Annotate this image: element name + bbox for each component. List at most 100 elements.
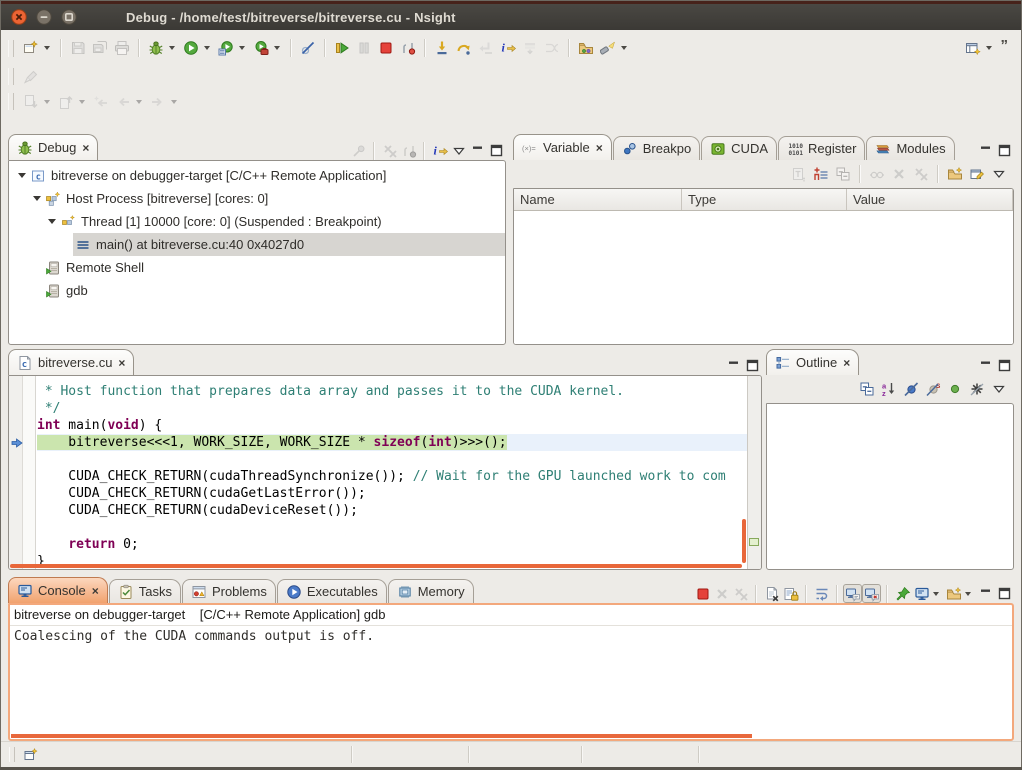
maximize-view-button[interactable] [743,356,762,375]
console-output[interactable]: Coalescing of the CUDA commands output i… [10,626,1012,647]
close-tab-icon[interactable]: × [118,357,125,369]
forward-button[interactable] [147,91,169,113]
close-tab-icon[interactable]: × [596,142,603,154]
title-bar[interactable]: Debug - /home/test/bitreverse/bitreverse… [0,0,1022,30]
save-button[interactable] [67,37,89,59]
collapse-all-button[interactable] [856,378,878,400]
external-tools-button[interactable] [250,37,272,59]
tab-outline[interactable]: Outline× [766,349,859,375]
editor-view-body[interactable]: * Host function that prepares data array… [8,375,762,570]
minimize-view-button[interactable] [724,356,743,375]
debug-tree-item[interactable]: Remote Shell [9,256,505,279]
search-dropdown[interactable] [621,46,627,50]
toolbar-grip[interactable] [8,40,14,57]
external-tools-dropdown[interactable] [274,46,280,50]
view-menu-button[interactable] [449,141,468,160]
debug-tree-item[interactable]: gdb [9,279,505,302]
pin-console-button[interactable] [893,584,912,603]
terminate-button[interactable] [375,37,397,59]
column-header-value[interactable]: Value [847,189,1013,210]
toolbar-grip[interactable] [8,93,14,110]
remove-button[interactable] [712,584,731,603]
debug-button[interactable] [145,37,167,59]
next-annotation-button[interactable] [20,91,42,113]
window-minimize-button[interactable] [34,8,53,27]
last-edit-location-button[interactable] [90,91,112,113]
expander-icon[interactable] [30,196,43,201]
editor-gutter[interactable] [9,376,36,569]
word-wrap-button[interactable] [812,584,831,603]
forward-dropdown[interactable] [171,100,177,104]
hide-static-button[interactable]: S [922,378,944,400]
tab-tasks[interactable]: Tasks [109,579,181,603]
open-element-button[interactable] [575,37,597,59]
new-wizard-button[interactable] [20,37,42,59]
scroll-lock-button[interactable] [781,584,800,603]
suspend-button[interactable] [353,37,375,59]
show-stderr-button[interactable] [862,584,881,603]
skip-all-breakpoints-button[interactable] [297,37,319,59]
add-global-variables-button[interactable] [810,163,832,185]
debug-tree-item[interactable]: Thread [1] 10000 [core: 0] (Suspended : … [9,210,505,233]
collapse-all-button[interactable] [832,163,854,185]
terminate-button[interactable] [693,584,712,603]
print-button[interactable] [111,37,133,59]
run-history-button[interactable] [215,37,237,59]
close-tab-icon[interactable]: × [843,357,850,369]
maximize-view-button[interactable] [995,356,1014,375]
hide-inactive-button[interactable] [966,378,988,400]
pin-editor-button[interactable] [20,66,42,88]
expander-icon[interactable] [15,173,28,178]
new-wizard-dropdown[interactable] [44,46,50,50]
tab-bitreverse-cu[interactable]: cbitreverse.cu× [8,349,134,375]
view-menu-button[interactable] [988,163,1010,185]
search-button[interactable] [597,37,619,59]
display-console-dropdown[interactable] [933,592,939,596]
overview-ruler[interactable] [747,376,761,569]
run-history-dropdown[interactable] [239,46,245,50]
expander-icon[interactable] [45,219,58,224]
open-perspective-button[interactable] [962,37,984,59]
back-button[interactable] [112,91,134,113]
save-all-button[interactable] [89,37,111,59]
previous-annotation-button[interactable] [55,91,77,113]
fast-view-icon[interactable] [23,747,39,763]
console-horizontal-scrollbar[interactable] [11,734,752,738]
minimize-view-button[interactable] [976,584,995,603]
tab-debug[interactable]: Debug× [8,134,98,160]
open-console-dropdown[interactable] [965,592,971,596]
remove-button[interactable] [888,163,910,185]
view-menu-button[interactable] [988,378,1010,400]
run-button[interactable] [180,37,202,59]
remove-all-button[interactable] [910,163,932,185]
show-logical-structure-button[interactable] [866,163,888,185]
maximize-view-button[interactable] [995,141,1014,160]
step-over-button[interactable] [453,37,475,59]
close-tab-icon[interactable]: × [92,585,99,597]
show-type-names-button[interactable] [788,163,810,185]
window-maximize-button[interactable] [59,8,78,27]
window-close-button[interactable] [9,8,28,27]
debug-tree-item[interactable]: Host Process [bitreverse] [cores: 0] [9,187,505,210]
edit-view-button[interactable] [966,163,988,185]
open-perspective-dropdown[interactable] [986,46,992,50]
green-dot-button[interactable] [944,378,966,400]
column-header-name[interactable]: Name [514,189,682,210]
tab-executables[interactable]: Executables [277,579,387,603]
perspective-bar-handle[interactable]: ” [1001,37,1009,54]
maximize-view-button[interactable] [995,584,1014,603]
debug-dropdown[interactable] [169,46,175,50]
resume-button[interactable] [331,37,353,59]
editor-vertical-scrollbar[interactable] [742,519,746,563]
tab-console[interactable]: Console× [8,577,108,603]
tab-modules[interactable]: Modules [866,136,954,160]
minimize-view-button[interactable] [976,141,995,160]
code-area[interactable]: * Host function that prepares data array… [37,376,747,569]
pin-button[interactable] [349,141,368,160]
previous-annotation-dropdown[interactable] [79,100,85,104]
step-return-button[interactable] [475,37,497,59]
run-dropdown[interactable] [204,46,210,50]
tab-variable[interactable]: (×)=Variable× [513,134,612,160]
instruction-stepping-button[interactable]: i [497,37,519,59]
open-console-button[interactable] [944,584,963,603]
